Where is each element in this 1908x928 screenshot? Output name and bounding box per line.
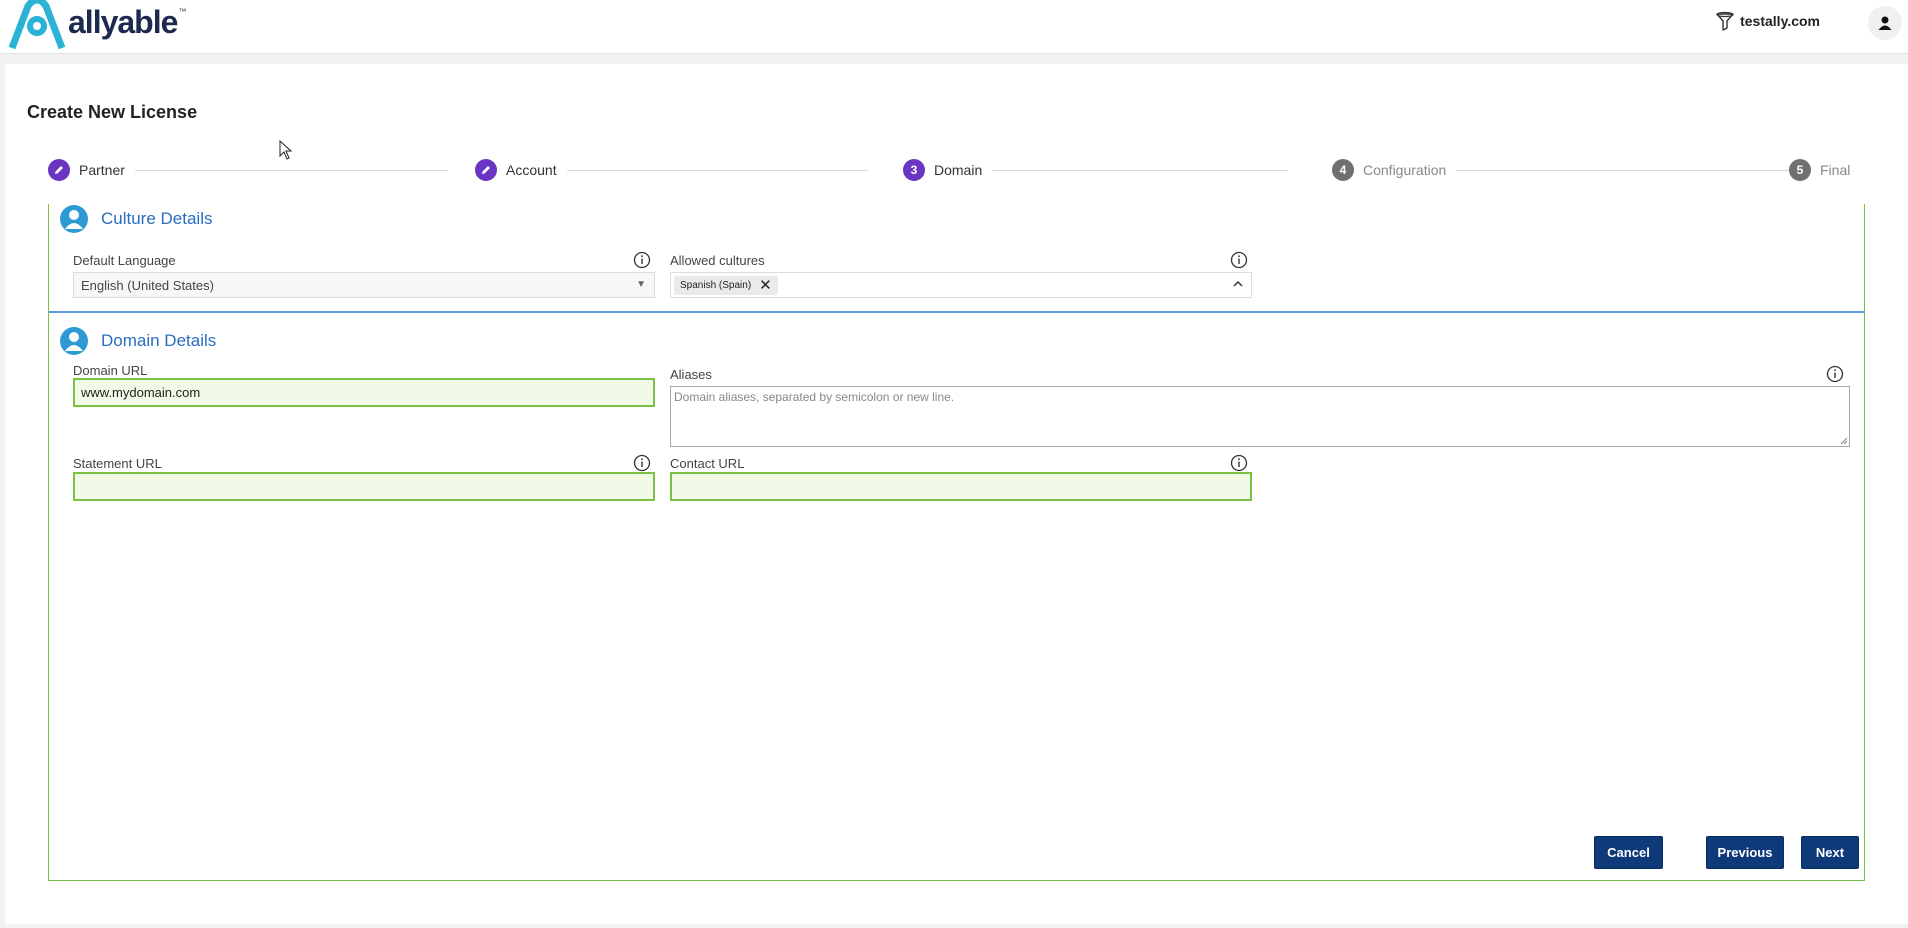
- step-account[interactable]: Account: [475, 159, 567, 181]
- domain-section-header: Domain Details: [59, 326, 216, 356]
- domain-url-input[interactable]: [73, 378, 655, 407]
- contact-url-label: Contact URL: [670, 456, 745, 471]
- close-icon[interactable]: ✕: [759, 278, 772, 293]
- caret-down-icon: ▼: [636, 279, 646, 290]
- step-label-configuration: Configuration: [1363, 162, 1447, 178]
- allowed-cultures-label: Allowed cultures: [670, 253, 765, 268]
- aliases-textarea[interactable]: Domain aliases, separated by semicolon o…: [670, 386, 1850, 447]
- top-bar: allyable ™ testally.com: [0, 0, 1908, 54]
- form-container: Culture Details Default Language English…: [48, 204, 1865, 881]
- step-label-account: Account: [506, 162, 557, 178]
- wizard-stepper: Partner Account 3 Domain 4 Configuration…: [48, 159, 1854, 183]
- step-connector: [1408, 170, 1828, 171]
- info-icon[interactable]: [1826, 365, 1844, 383]
- allyable-logo-icon: [8, 0, 66, 50]
- domain-url-label: Domain URL: [73, 363, 148, 378]
- step-label-domain: Domain: [934, 162, 983, 178]
- step-number: 4: [1332, 159, 1354, 181]
- section-divider: [49, 311, 1865, 313]
- step-label-partner: Partner: [79, 162, 125, 178]
- brand-name: allyable: [68, 3, 178, 40]
- profile-icon: [60, 205, 88, 233]
- culture-section-title: Culture Details: [101, 209, 213, 228]
- step-number: 3: [903, 159, 925, 181]
- info-icon[interactable]: [1230, 454, 1248, 472]
- info-icon[interactable]: [1230, 251, 1248, 269]
- mouse-cursor-icon: [279, 140, 293, 160]
- next-button[interactable]: Next: [1801, 836, 1859, 869]
- statement-url-label: Statement URL: [73, 456, 162, 471]
- step-domain[interactable]: 3 Domain: [903, 159, 993, 181]
- chevron-up-icon[interactable]: [1231, 277, 1245, 291]
- aliases-placeholder: Domain aliases, separated by semicolon o…: [674, 390, 955, 404]
- step-configuration[interactable]: 4 Configuration: [1332, 159, 1457, 181]
- user-menu-button[interactable]: [1868, 6, 1902, 40]
- step-label-final: Final: [1820, 162, 1851, 178]
- default-language-value: English (United States): [81, 278, 214, 293]
- step-final[interactable]: 5 Final: [1789, 159, 1851, 181]
- main-panel: Create New License Partner Account 3 Dom…: [5, 64, 1908, 924]
- culture-chip-label: Spanish (Spain): [680, 280, 752, 291]
- info-icon[interactable]: [633, 454, 651, 472]
- previous-button[interactable]: Previous: [1706, 836, 1784, 869]
- profile-icon: [60, 327, 88, 355]
- domain-section-title: Domain Details: [101, 331, 217, 350]
- info-icon[interactable]: [633, 251, 651, 269]
- step-partner[interactable]: Partner: [48, 159, 135, 181]
- step-connector: [968, 170, 1288, 171]
- brand-logo[interactable]: allyable ™: [8, 0, 186, 50]
- culture-section-header: Culture Details: [59, 204, 213, 234]
- step-number: 5: [1789, 159, 1811, 181]
- pencil-icon: [475, 159, 497, 181]
- default-language-label: Default Language: [73, 253, 176, 268]
- contact-url-input[interactable]: [670, 472, 1252, 501]
- step-connector: [548, 170, 868, 171]
- allowed-cultures-multiselect[interactable]: Spanish (Spain) ✕: [670, 272, 1252, 298]
- tenant-selector[interactable]: testally.com: [1714, 10, 1820, 32]
- user-icon: [1878, 16, 1892, 30]
- resize-handle-icon[interactable]: [1838, 435, 1848, 445]
- trademark-mark: ™: [178, 6, 187, 16]
- statement-url-input[interactable]: [73, 472, 655, 501]
- tenant-name: testally.com: [1740, 13, 1820, 29]
- aliases-label: Aliases: [670, 367, 712, 382]
- default-language-select[interactable]: English (United States) ▼: [73, 272, 655, 298]
- step-connector: [128, 170, 448, 171]
- filter-icon: [1716, 11, 1734, 31]
- cancel-button[interactable]: Cancel: [1594, 836, 1663, 869]
- page-title: Create New License: [27, 102, 198, 122]
- culture-chip: Spanish (Spain) ✕: [674, 276, 778, 295]
- pencil-icon: [48, 159, 70, 181]
